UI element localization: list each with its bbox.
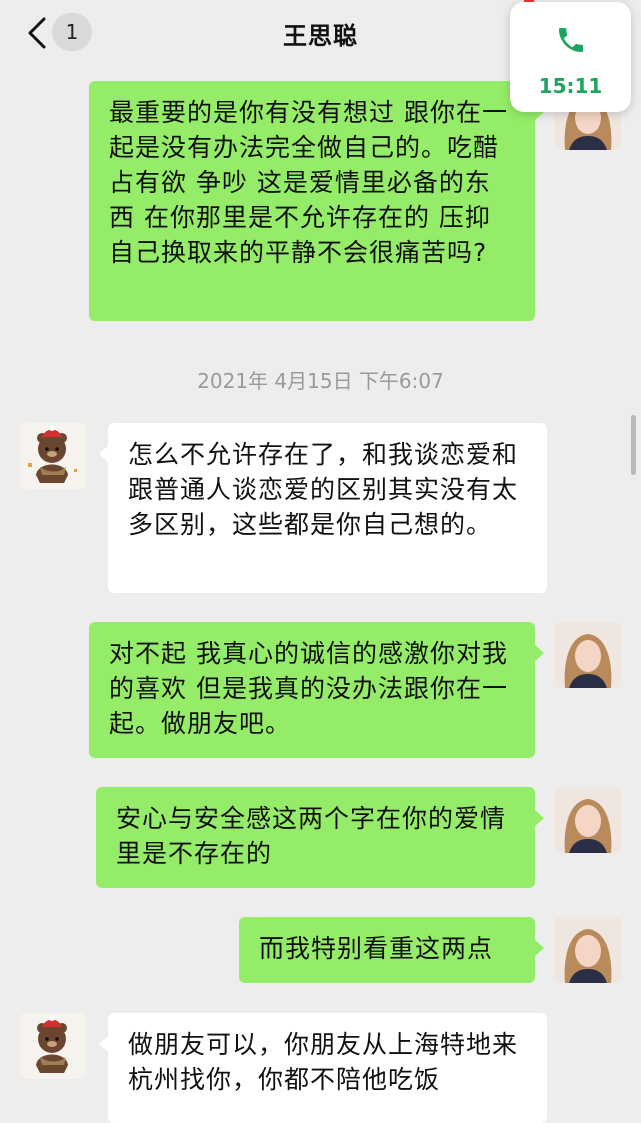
message-text: 怎么不允许存在了，和我谈恋爱和跟普通人谈恋爱的区别其实没有太多区别，这些都是你自…: [128, 440, 519, 539]
message-bubble-outgoing[interactable]: 最重要的是你有没有想过 跟你在一起是没有办法完全做自己的。吃醋 占有欲 争吵 这…: [89, 81, 544, 321]
message-text: 而我特别看重这两点: [259, 934, 494, 963]
contact-avatar[interactable]: [20, 423, 86, 489]
message-text: 做朋友可以，你朋友从上海特地来杭州找你，你都不陪他吃饭: [128, 1030, 519, 1094]
message-bubble-outgoing[interactable]: 对不起 我真心的诚信的感激你对我的喜欢 但是我真的没办法跟你在一起。做朋友吧。: [89, 622, 544, 758]
message-bubble-incoming[interactable]: 做朋友可以，你朋友从上海特地来杭州找你，你都不陪他吃饭: [99, 1013, 547, 1123]
message-timestamp: 2021年 4月15日 下午6:07: [197, 369, 444, 393]
message-bubble-outgoing[interactable]: 安心与安全感这两个字在你的爱情里是不存在的: [96, 787, 544, 888]
my-avatar[interactable]: [555, 622, 621, 688]
message-text: 对不起 我真心的诚信的感激你对我的喜欢 但是我真的没办法跟你在一起。做朋友吧。: [109, 639, 508, 738]
phone-icon: [559, 28, 583, 52]
scrollbar[interactable]: [631, 415, 636, 475]
message-bubble-incoming[interactable]: 怎么不允许存在了，和我谈恋爱和跟普通人谈恋爱的区别其实没有太多区别，这些都是你自…: [99, 423, 547, 593]
message-text: 安心与安全感这两个字在你的爱情里是不存在的: [116, 804, 507, 868]
my-avatar[interactable]: [555, 787, 621, 853]
my-avatar[interactable]: [555, 917, 621, 983]
message-text: 最重要的是你有没有想过 跟你在一起是没有办法完全做自己的。吃醋 占有欲 争吵 这…: [109, 98, 508, 267]
contact-avatar[interactable]: [20, 1013, 86, 1079]
call-widget[interactable]: 15:11: [510, 2, 631, 112]
message-bubble-outgoing[interactable]: 而我特别看重这两点: [239, 917, 544, 983]
call-duration: 15:11: [538, 74, 603, 98]
